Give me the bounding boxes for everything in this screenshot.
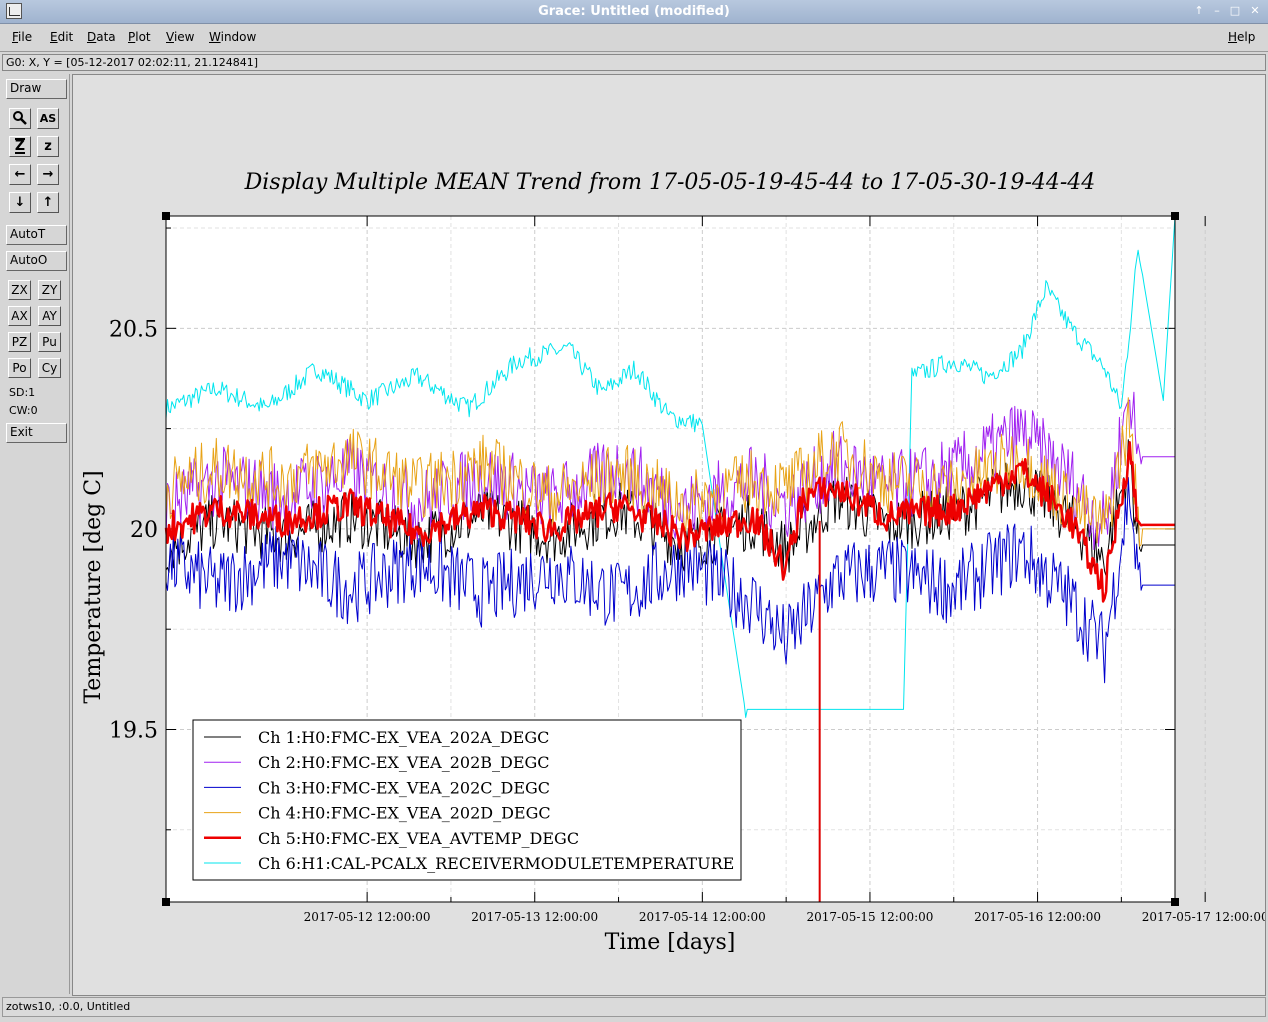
x-tick-label: 2017-05-14 12:00:00 [639,910,766,924]
maximize-icon[interactable]: □ [1228,4,1242,18]
cy-button[interactable]: Cy [38,358,61,378]
pz-button[interactable]: PZ [8,332,31,352]
pu-button[interactable]: Pu [38,332,61,352]
zoom-icon[interactable] [9,108,31,129]
legend-entry: Ch 4:H0:FMC-EX_VEA_202D_DEGC [258,804,551,823]
locator-display: G0: X, Y = [05-12-2017 02:02:11, 21.1248… [2,54,1266,71]
y-axis-label: Temperature [deg C] [81,470,106,703]
zoom-in-icon[interactable]: Z [9,136,31,157]
y-tick-label: 19.5 [109,718,158,743]
ay-button[interactable]: AY [38,306,61,326]
trend-chart[interactable]: Display Multiple MEAN Trend from 17-05-0… [73,75,1265,995]
tool-panel: Draw AS Z z ← → ↓ ↑ AutoT AutoO ZX ZY AX… [2,74,70,994]
arrow-left-icon[interactable]: ← [9,164,31,185]
menu-plot[interactable]: Plot [128,30,151,44]
legend-entry: Ch 3:H0:FMC-EX_VEA_202C_DEGC [258,778,550,797]
po-button[interactable]: Po [8,358,31,378]
current-world-label: CW:0 [9,404,38,417]
set-count-label: SD:1 [9,386,36,399]
graph-corner-handle [162,898,170,906]
legend-entry: Ch 6:H1:CAL-PCALX_RECEIVERMODULETEMPERAT… [258,854,734,873]
zoom-out-icon[interactable]: z [37,136,59,157]
y-tick-label: 20.5 [109,317,158,342]
arrow-up-icon[interactable]: ↑ [37,192,59,213]
y-tick-label: 20 [130,518,158,543]
arrow-down-icon[interactable]: ↓ [9,192,31,213]
legend-entry: Ch 2:H0:FMC-EX_VEA_202B_DEGC [258,753,550,772]
close-icon[interactable]: ✕ [1248,4,1262,18]
legend-entry: Ch 5:H0:FMC-EX_VEA_AVTEMP_DEGC [258,829,579,848]
graph-corner-handle [1171,212,1179,220]
zx-button[interactable]: ZX [8,280,31,300]
window-titlebar[interactable]: Grace: Untitled (modified) ↑ – □ ✕ [0,0,1268,24]
menu-edit[interactable]: Edit [50,30,73,44]
menu-window[interactable]: Window [209,30,256,44]
draw-button[interactable]: Draw [6,79,67,99]
x-tick-label: 2017-05-12 12:00:00 [304,910,431,924]
autoscale-text-icon[interactable]: AS [37,108,59,129]
x-tick-label: 2017-05-13 12:00:00 [471,910,598,924]
x-axis-label: Time [days] [605,930,736,955]
arrow-right-icon[interactable]: → [37,164,59,185]
x-tick-label: 2017-05-15 12:00:00 [807,910,934,924]
footer-status: zotws10, :0.0, Untitled [2,997,1266,1017]
minimize-icon[interactable]: – [1210,4,1224,18]
graph-corner-handle [162,212,170,220]
exit-button[interactable]: Exit [6,423,67,443]
drawing-canvas[interactable]: Display Multiple MEAN Trend from 17-05-0… [72,74,1266,996]
menubar: File Edit Data Plot View Window Help [0,24,1268,52]
legend-entry: Ch 1:H0:FMC-EX_VEA_202A_DEGC [258,728,549,747]
zy-button[interactable]: ZY [38,280,61,300]
window-title: Grace: Untitled (modified) [538,4,730,19]
chart-title: Display Multiple MEAN Trend from 17-05-0… [244,170,1096,195]
plot-area: 2017-05-12 12:00:00 2017-05-13 12:00:00 20… [109,212,1265,924]
graph-corner-handle [1171,898,1179,906]
x-tick-label: 2017-05-16 12:00:00 [974,910,1101,924]
menu-help[interactable]: Help [1228,30,1255,44]
autoo-button[interactable]: AutoO [6,251,67,271]
ax-button[interactable]: AX [8,306,31,326]
menu-view[interactable]: View [166,30,194,44]
autot-button[interactable]: AutoT [6,225,67,245]
menu-file[interactable]: File [12,30,32,44]
x-tick-label: 2017-05-17 12:00:00 [1142,910,1265,924]
keep-above-icon[interactable]: ↑ [1192,4,1206,18]
menu-data[interactable]: Data [87,30,116,44]
zoom-in-glyph: Z [14,138,26,154]
